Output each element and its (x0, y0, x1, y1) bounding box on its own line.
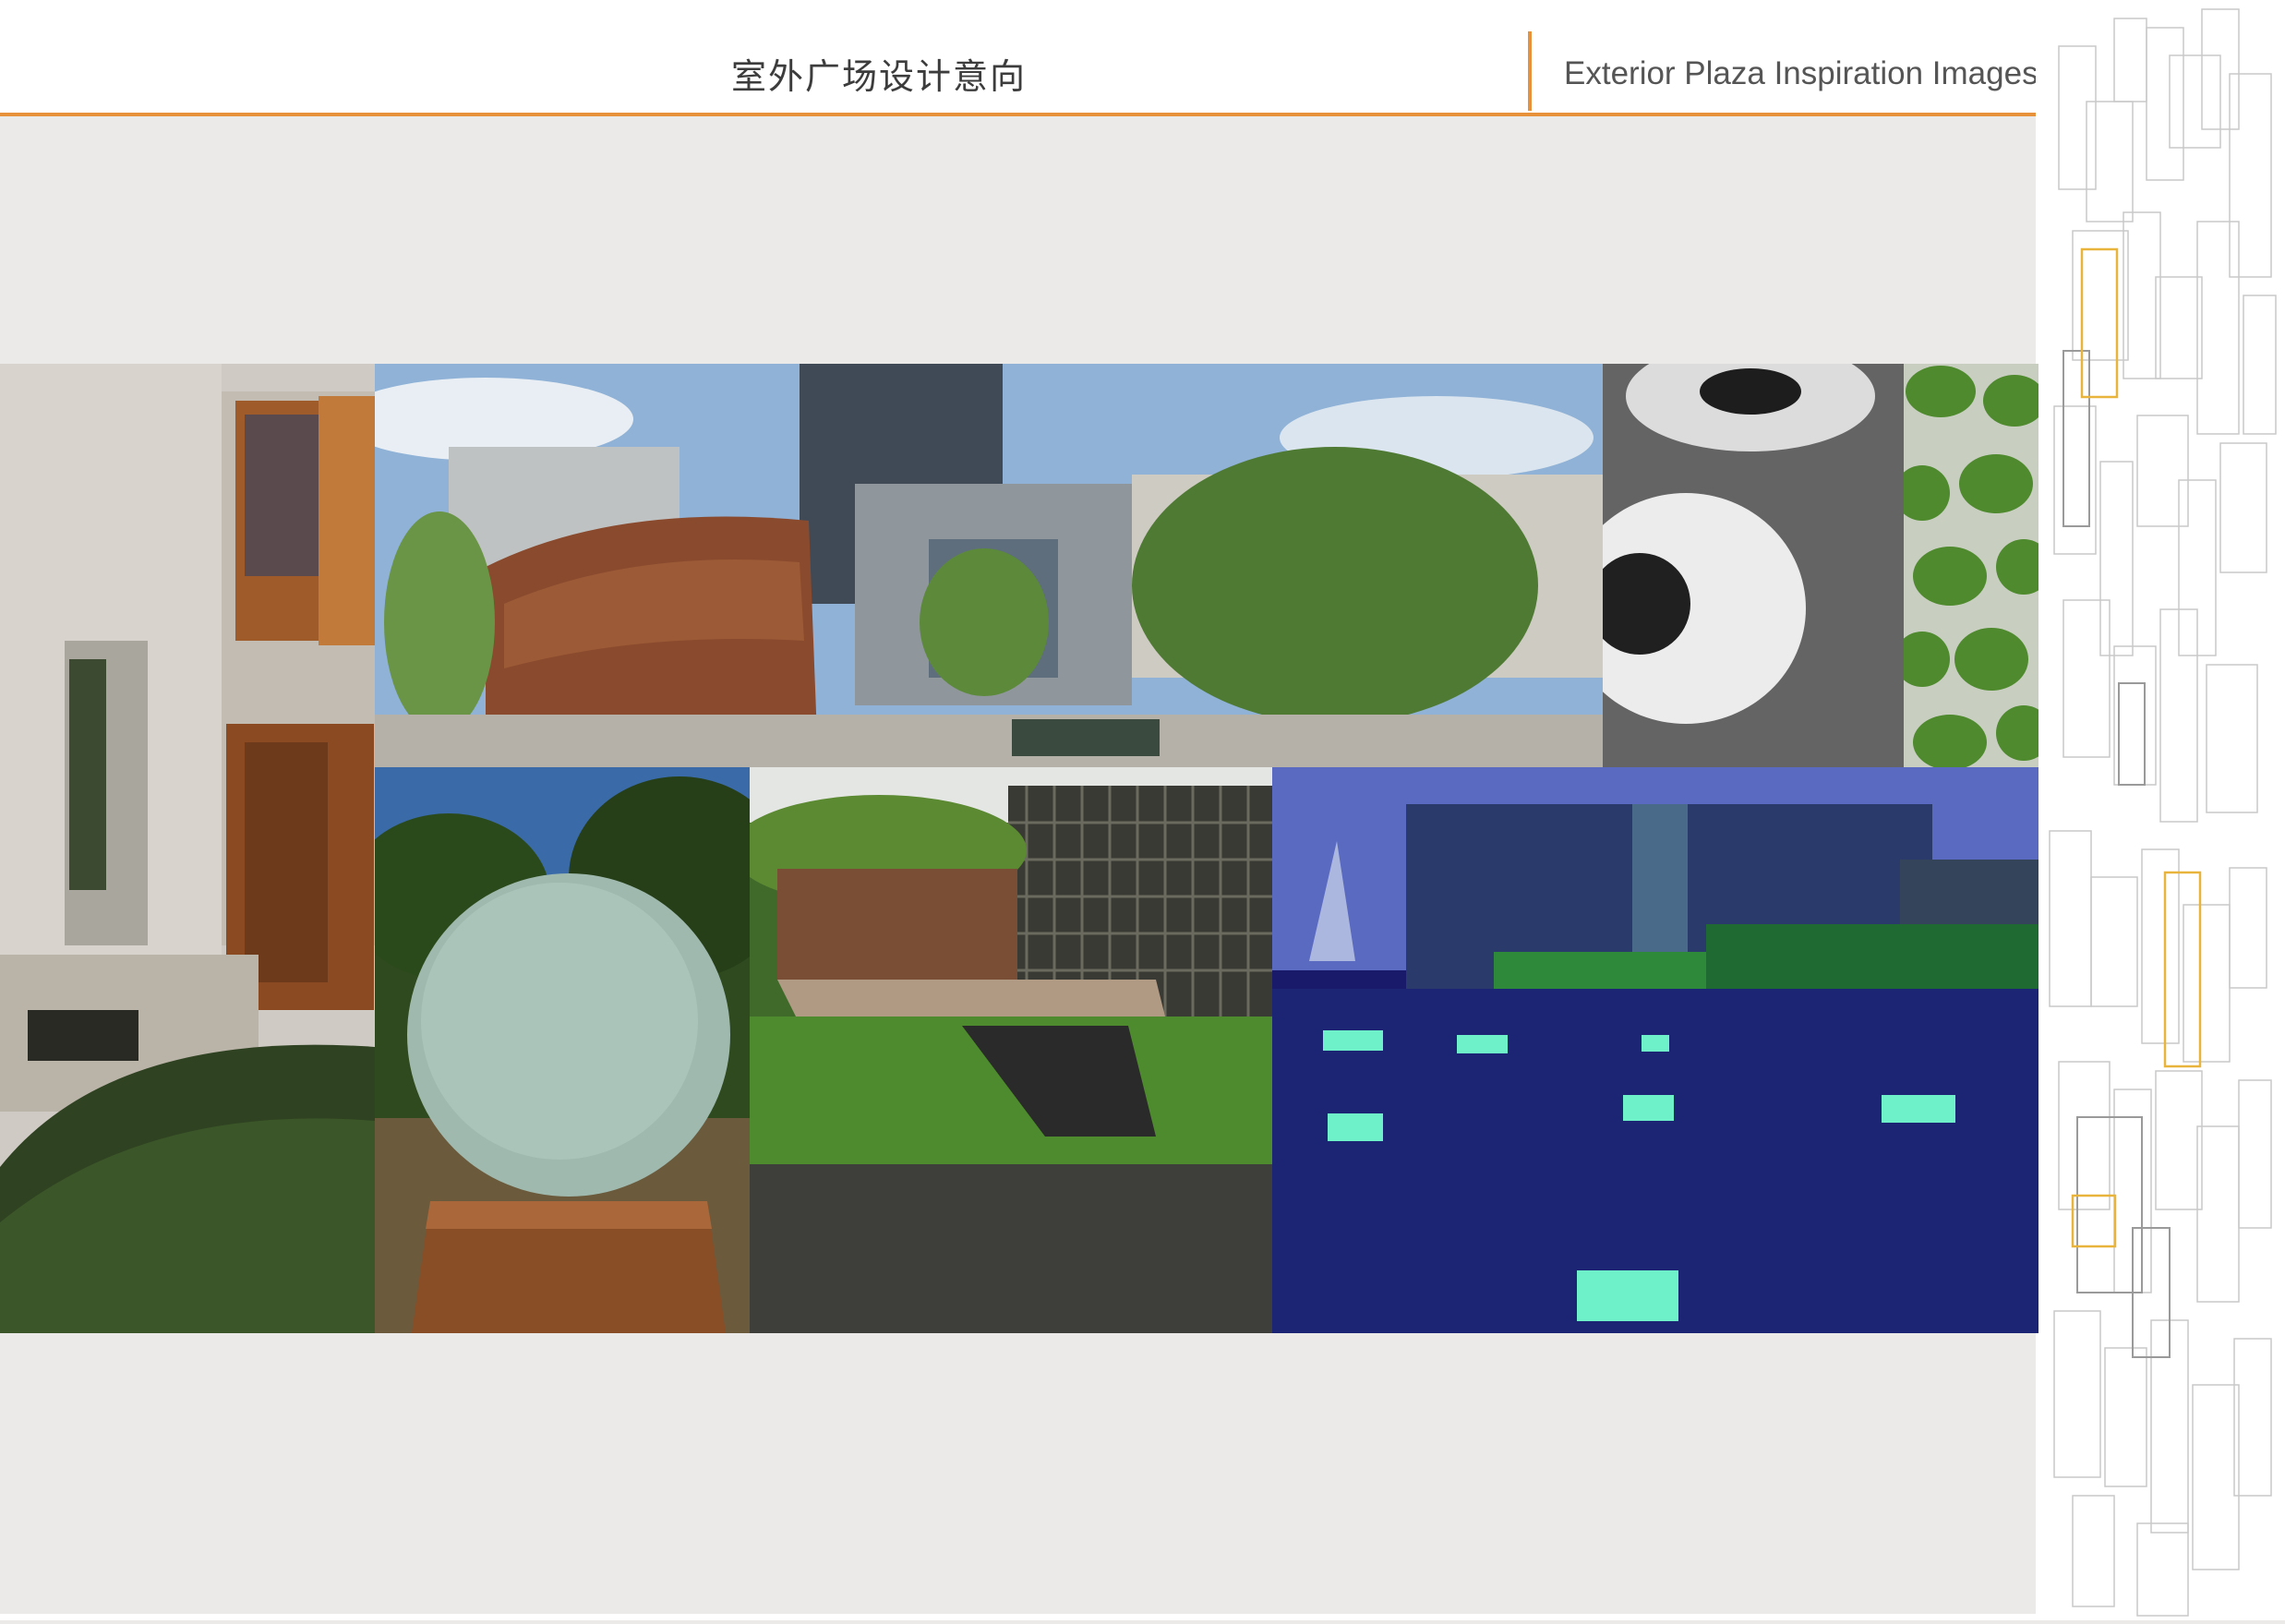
stone-ring-detail-photo (1603, 364, 1904, 767)
sphere-photo-icon (375, 767, 750, 1333)
garden-deck-photo (750, 767, 1272, 1333)
bottom-page-strip (0, 1614, 2036, 1620)
night-plaza-photo-icon (1272, 767, 2038, 1333)
grass-paver-photo (1904, 364, 2038, 767)
garden-photo-icon (750, 767, 1272, 1333)
grass-photo-icon (1904, 364, 2038, 767)
inspiration-image-collage (0, 364, 2038, 1333)
page-title-chinese: 室外广场设计意向 (730, 56, 1027, 97)
night-rooftop-plaza-photo (1272, 767, 2038, 1333)
panorama-plaza-photo (375, 364, 1603, 767)
plaza-photo-icon (375, 364, 1603, 767)
building-photo-icon (0, 364, 375, 1333)
concrete-courtyard-photo (0, 364, 375, 1333)
pebble-ring-photo-icon (1603, 364, 1904, 767)
glass-sphere-sculpture-photo (375, 767, 750, 1333)
decorative-side-panel (2036, 0, 2285, 1620)
page-title-english: Exterior Plaza Inspiration Images (1564, 55, 2038, 91)
page-header: 室外广场设计意向 Exterior Plaza Inspiration Imag… (0, 0, 2038, 116)
title-divider (1528, 31, 1532, 111)
rectangle-ornament-pattern (2049, 8, 2277, 1617)
